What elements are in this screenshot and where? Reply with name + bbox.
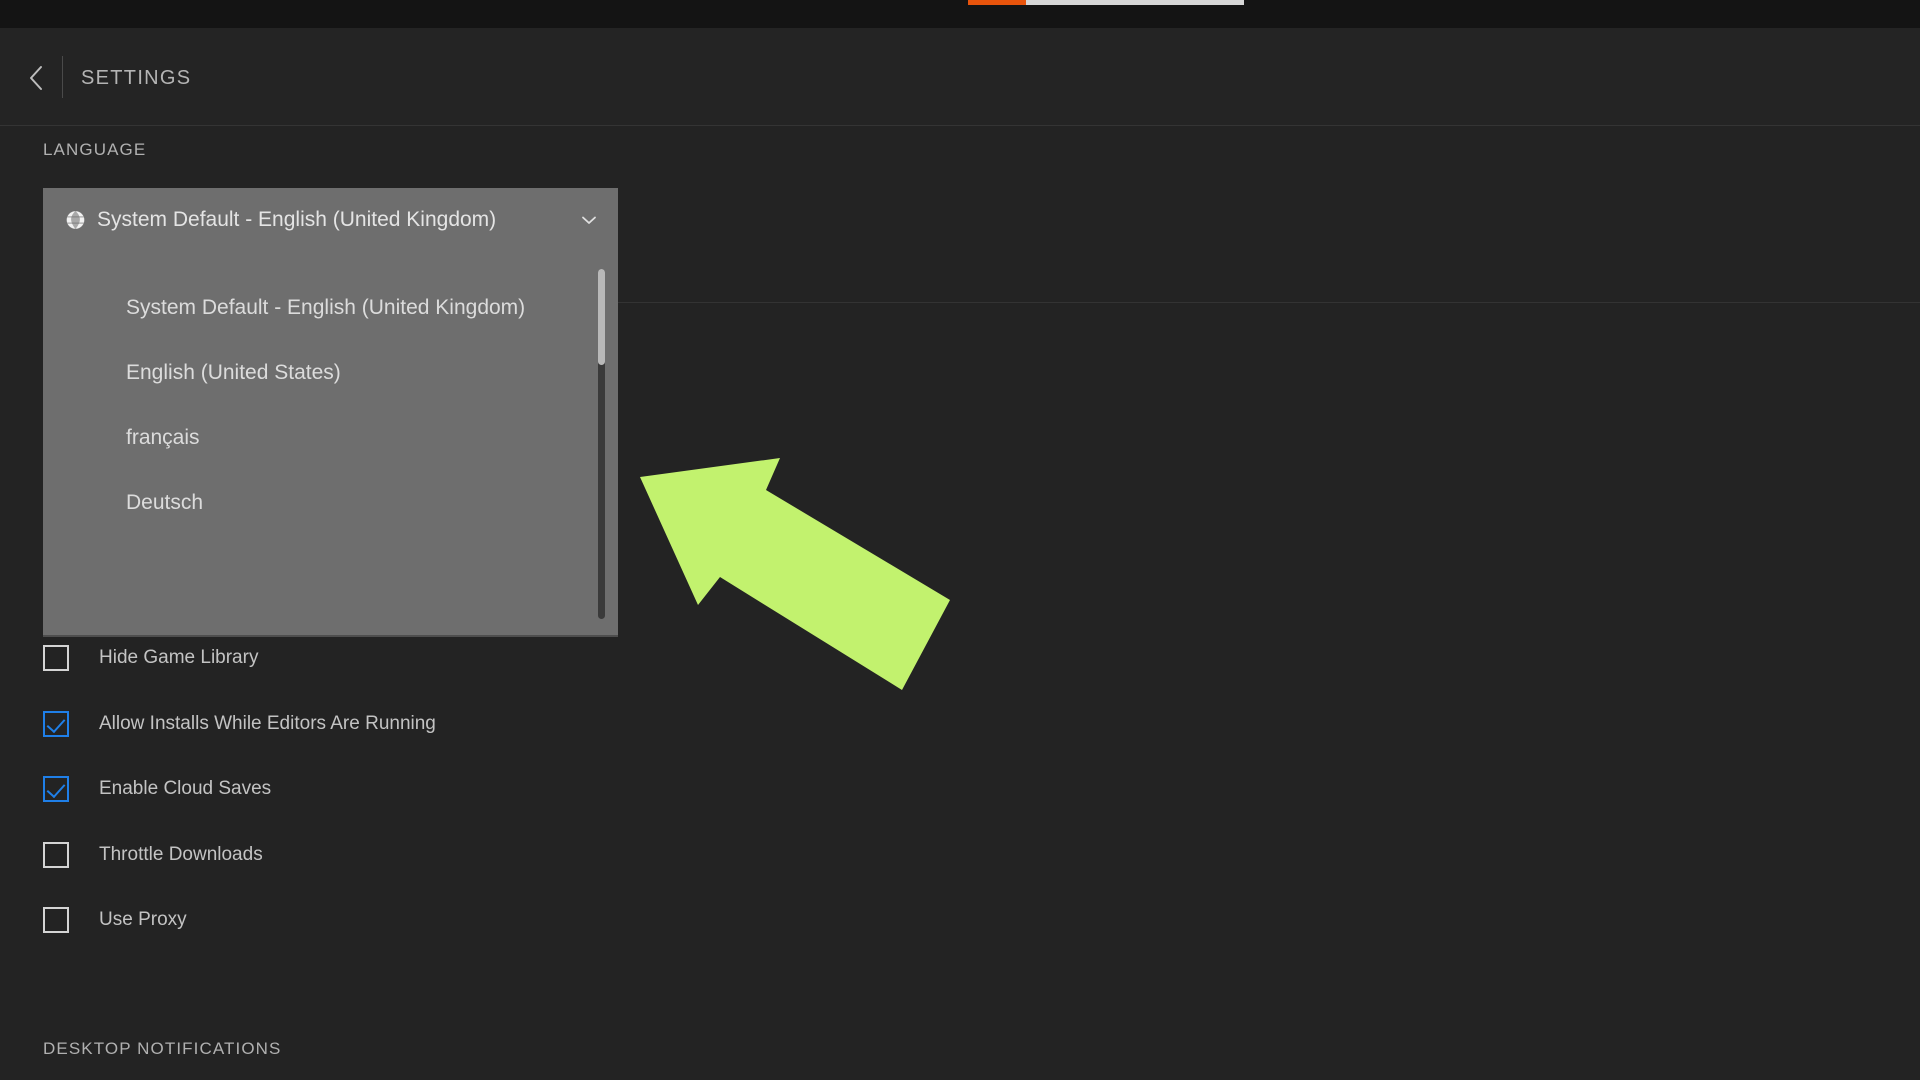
checkbox-checked-icon[interactable] xyxy=(43,710,69,737)
language-dropdown-list[interactable]: System Default - English (United Kingdom… xyxy=(43,251,618,637)
language-option[interactable]: Deutsch xyxy=(43,470,618,535)
language-option[interactable]: English (United States) xyxy=(43,340,618,405)
language-option[interactable]: System Default - English (United Kingdom… xyxy=(43,275,618,340)
checkbox-label: Hide Game Library xyxy=(99,647,259,668)
checkbox-unchecked-icon[interactable] xyxy=(43,841,69,868)
download-progress-bar xyxy=(968,0,1244,5)
chevron-left-icon xyxy=(28,65,44,91)
language-option-label: Deutsch xyxy=(126,490,204,514)
back-button[interactable] xyxy=(14,56,58,100)
dropdown-scrollbar-thumb[interactable] xyxy=(598,269,605,365)
checkbox-label: Use Proxy xyxy=(99,909,187,930)
page-title: SETTINGS xyxy=(81,67,192,89)
checkbox-row[interactable]: Hide Game Library xyxy=(43,643,258,673)
globe-icon xyxy=(65,209,86,230)
language-option[interactable]: français xyxy=(43,405,618,470)
checkbox-label: Allow Installs While Editors Are Running xyxy=(99,712,436,734)
chevron-down-icon[interactable] xyxy=(580,211,598,229)
settings-window: SETTINGS LANGUAGE System Default - Engli… xyxy=(0,0,1920,1080)
checkbox-checked-icon[interactable] xyxy=(43,776,69,802)
checkbox-label: Throttle Downloads xyxy=(99,843,263,865)
language-option-label: français xyxy=(126,425,200,449)
language-select[interactable]: System Default - English (United Kingdom… xyxy=(43,188,618,251)
checkbox-unchecked-icon[interactable] xyxy=(43,645,69,671)
settings-content: LANGUAGE System Default - English (Unite… xyxy=(0,127,1920,1080)
language-option-label: English (United States) xyxy=(126,360,341,384)
download-progress-fill xyxy=(968,0,1026,5)
language-option-label: System Default - English (United Kingdom… xyxy=(126,295,526,319)
checkbox-row[interactable]: Allow Installs While Editors Are Running xyxy=(43,709,436,739)
checkbox-row[interactable]: Throttle Downloads xyxy=(43,840,263,870)
checkbox-unchecked-icon[interactable] xyxy=(43,907,69,933)
settings-header: SETTINGS xyxy=(0,28,1920,126)
top-strip xyxy=(0,0,1920,28)
section-label-language: LANGUAGE xyxy=(43,140,147,159)
checkbox-row[interactable]: Use Proxy xyxy=(43,905,187,935)
checkbox-row[interactable]: Enable Cloud Saves xyxy=(43,774,271,804)
language-select-value: System Default - English (United Kingdom… xyxy=(97,207,497,231)
section-label-notifications: DESKTOP NOTIFICATIONS xyxy=(43,1039,282,1058)
header-divider xyxy=(62,56,63,98)
checkbox-label: Enable Cloud Saves xyxy=(99,778,272,799)
dropdown-scrollbar[interactable] xyxy=(598,269,605,619)
